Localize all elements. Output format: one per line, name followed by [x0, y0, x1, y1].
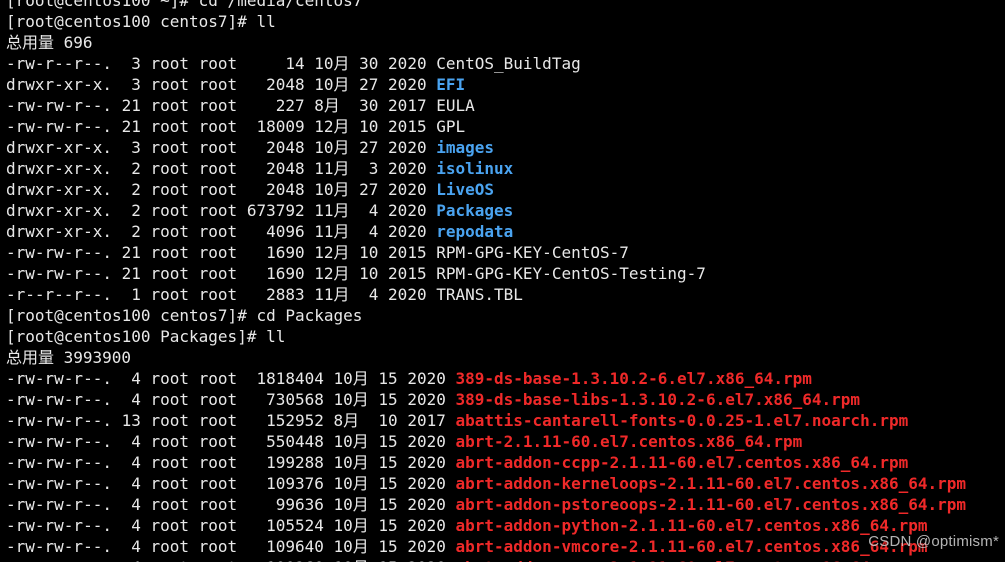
terminal-line: -rw-r--r--. 3 root root 14 10月 30 2020 C… [6, 53, 1005, 74]
terminal-text: [root@centos100 centos7]# ll [6, 12, 276, 31]
terminal-text: EULA [436, 96, 475, 115]
terminal-text: -rw-rw-r--. 4 root root 1818404 10月 15 2… [6, 369, 456, 388]
terminal-text: -rw-rw-r--. 4 root root 109640 10月 15 20… [6, 537, 456, 556]
terminal-text: [root@centos100 Packages]# ll [6, 327, 286, 346]
terminal-line: -rw-rw-r--. 21 root root 1690 12月 10 201… [6, 242, 1005, 263]
terminal-text: -r--r--r--. 1 root root 2883 11月 4 2020 [6, 285, 437, 304]
terminal-line: -r--r--r--. 1 root root 2883 11月 4 2020 … [6, 284, 1005, 305]
terminal-text: -rw-rw-r--. 13 root root 152952 8月 10 20… [6, 411, 456, 430]
rpm-file-name: abrt-addon-pstoreoops-2.1.11-60.el7.cent… [455, 495, 967, 514]
terminal-text: -rw-rw-r--. 21 root root 1690 12月 10 201… [6, 243, 437, 262]
directory-name: isolinux [436, 159, 514, 178]
terminal-text: drwxr-xr-x. 2 root root 673792 11月 4 202… [6, 201, 437, 220]
terminal-text: -rw-rw-r--. 4 root root 105524 10月 15 20… [6, 516, 456, 535]
terminal-text: -rw-rw-r--. 21 root root 227 8月 30 2017 [6, 96, 437, 115]
terminal-line: [root@centos100 centos7]# ll [6, 11, 1005, 32]
terminal-window[interactable]: [root@centos100 ~]# cd /media/centos7 [ro… [0, 0, 1005, 562]
terminal-text: drwxr-xr-x. 2 root root 2048 11月 3 2020 [6, 159, 437, 178]
terminal-line: drwxr-xr-x. 3 root root 2048 10月 27 2020… [6, 74, 1005, 95]
terminal-line: -rw-rw-r--. 4 root root 99636 10月 15 202… [6, 494, 1005, 515]
terminal-output: [root@centos100 ~]# cd /media/centos7 [ro… [6, 0, 1005, 562]
terminal-line: -rw-rw-r--. 21 root root 18009 12月 10 20… [6, 116, 1005, 137]
rpm-file-name: abrt-2.1.11-60.el7.centos.x86_64.rpm [455, 432, 803, 451]
rpm-file-name: abrt-addon-vmcore-2.1.11-60.el7.centos.x… [455, 537, 928, 556]
terminal-text: TRANS.TBL [436, 285, 523, 304]
terminal-line: -rw-rw-r--. 4 root root 100260 10月 15 20… [6, 557, 1005, 562]
terminal-text: -rw-rw-r--. 21 root root 18009 12月 10 20… [6, 117, 437, 136]
rpm-file-name: abrt-addon-xorg-2.1.11-60.el7.centos.x86… [455, 558, 908, 562]
rpm-file-name: abrt-addon-kerneloops-2.1.11-60.el7.cent… [455, 474, 967, 493]
terminal-text: -rw-rw-r--. 4 root root 199288 10月 15 20… [6, 453, 456, 472]
terminal-text: -rw-rw-r--. 4 root root 100260 10月 15 20… [6, 558, 455, 562]
terminal-text: -rw-rw-r--. 21 root root 1690 12月 10 201… [6, 264, 437, 283]
terminal-line: drwxr-xr-x. 3 root root 2048 10月 27 2020… [6, 137, 1005, 158]
terminal-text: RPM-GPG-KEY-CentOS-Testing-7 [436, 264, 706, 283]
terminal-line: [root@centos100 Packages]# ll [6, 326, 1005, 347]
terminal-line: [root@centos100 centos7]# cd Packages [6, 305, 1005, 326]
terminal-text: CentOS_BuildTag [436, 54, 581, 73]
terminal-line: -rw-rw-r--. 4 root root 199288 10月 15 20… [6, 452, 1005, 473]
terminal-line: -rw-rw-r--. 4 root root 730568 10月 15 20… [6, 389, 1005, 410]
terminal-text: -rw-r--r--. 3 root root 14 10月 30 2020 [6, 54, 437, 73]
terminal-line: -rw-rw-r--. 21 root root 1690 12月 10 201… [6, 263, 1005, 284]
terminal-text: -rw-rw-r--. 4 root root 730568 10月 15 20… [6, 390, 456, 409]
terminal-line: drwxr-xr-x. 2 root root 673792 11月 4 202… [6, 200, 1005, 221]
terminal-line: [root@centos100 ~]# cd /media/centos7 [6, 0, 1005, 11]
terminal-line: -rw-rw-r--. 4 root root 105524 10月 15 20… [6, 515, 1005, 536]
terminal-text: drwxr-xr-x. 3 root root 2048 10月 27 2020 [6, 138, 437, 157]
terminal-line: drwxr-xr-x. 2 root root 4096 11月 4 2020 … [6, 221, 1005, 242]
terminal-line: -rw-rw-r--. 13 root root 152952 8月 10 20… [6, 410, 1005, 431]
terminal-text: 总用量 696 [6, 33, 93, 52]
terminal-line: drwxr-xr-x. 2 root root 2048 11月 3 2020 … [6, 158, 1005, 179]
directory-name: repodata [436, 222, 514, 241]
directory-name: Packages [436, 201, 514, 220]
rpm-file-name: abattis-cantarell-fonts-0.0.25-1.el7.noa… [455, 411, 909, 430]
terminal-text: drwxr-xr-x. 2 root root 2048 10月 27 2020 [6, 180, 437, 199]
terminal-text: -rw-rw-r--. 4 root root 550448 10月 15 20… [6, 432, 456, 451]
terminal-text: drwxr-xr-x. 3 root root 2048 10月 27 2020 [6, 75, 437, 94]
terminal-text: [root@centos100 ~]# cd /media/centos7 [6, 0, 363, 10]
terminal-text: drwxr-xr-x. 2 root root 4096 11月 4 2020 [6, 222, 437, 241]
terminal-text: [root@centos100 centos7]# cd Packages [6, 306, 363, 325]
rpm-file-name: abrt-addon-python-2.1.11-60.el7.centos.x… [455, 516, 928, 535]
terminal-line: 总用量 696 [6, 32, 1005, 53]
terminal-line: drwxr-xr-x. 2 root root 2048 10月 27 2020… [6, 179, 1005, 200]
terminal-line: -rw-rw-r--. 21 root root 227 8月 30 2017 … [6, 95, 1005, 116]
terminal-line: -rw-rw-r--. 4 root root 1818404 10月 15 2… [6, 368, 1005, 389]
terminal-text: RPM-GPG-KEY-CentOS-7 [436, 243, 629, 262]
terminal-line: -rw-rw-r--. 4 root root 550448 10月 15 20… [6, 431, 1005, 452]
rpm-file-name: abrt-addon-ccpp-2.1.11-60.el7.centos.x86… [455, 453, 909, 472]
terminal-line: -rw-rw-r--. 4 root root 109376 10月 15 20… [6, 473, 1005, 494]
csdn-watermark: CSDN @optimism* [868, 533, 999, 550]
directory-name: LiveOS [436, 180, 495, 199]
terminal-line: 总用量 3993900 [6, 347, 1005, 368]
directory-name: images [436, 138, 495, 157]
rpm-file-name: 389-ds-base-libs-1.3.10.2-6.el7.x86_64.r… [455, 390, 861, 409]
terminal-text: -rw-rw-r--. 4 root root 99636 10月 15 202… [6, 495, 456, 514]
directory-name: EFI [436, 75, 466, 94]
terminal-text: 总用量 3993900 [6, 348, 132, 367]
terminal-text: GPL [436, 117, 466, 136]
terminal-text: -rw-rw-r--. 4 root root 109376 10月 15 20… [6, 474, 456, 493]
terminal-line: -rw-rw-r--. 4 root root 109640 10月 15 20… [6, 536, 1005, 557]
rpm-file-name: 389-ds-base-1.3.10.2-6.el7.x86_64.rpm [455, 369, 812, 388]
